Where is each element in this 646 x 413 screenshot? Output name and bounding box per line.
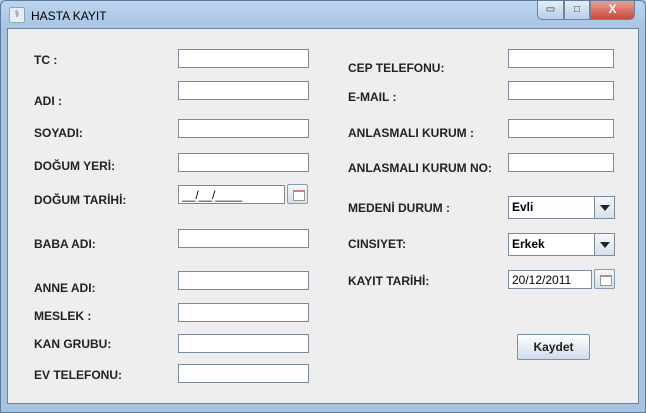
dogum-yeri-input[interactable] xyxy=(178,153,309,172)
dogum-tarihi-input[interactable] xyxy=(178,185,285,204)
anlasmali-kurum-label: ANLASMALI KURUM : xyxy=(348,126,474,140)
soyadi-input[interactable] xyxy=(178,119,309,138)
ev-telefonu-input[interactable] xyxy=(178,364,309,383)
cep-telefonu-label: CEP TELEFONU: xyxy=(348,61,445,75)
anlasmali-kurum-no-label: ANLASMALI KURUM NO: xyxy=(348,161,492,175)
cinsiyet-label: CINSIYET: xyxy=(348,237,407,251)
calendar-icon[interactable] xyxy=(287,184,308,204)
dogum-tarihi-label: DOĞUM TARİHİ: xyxy=(34,193,127,207)
dogum-yeri-label: DOĞUM YERİ: xyxy=(34,159,116,173)
medeni-durum-select[interactable]: Evli xyxy=(508,196,615,219)
anne-adi-input[interactable] xyxy=(178,271,309,290)
meslek-label: MESLEK : xyxy=(34,309,92,323)
window-title: HASTA KAYIT xyxy=(31,9,107,23)
chevron-down-icon[interactable] xyxy=(594,234,614,255)
calendar-icon[interactable] xyxy=(594,269,615,289)
anlasmali-kurum-input[interactable] xyxy=(508,119,614,138)
ev-telefonu-label: EV TELEFONU: xyxy=(34,368,123,382)
tc-label: TC : xyxy=(34,53,58,67)
tc-input[interactable] xyxy=(178,49,309,68)
maximize-icon: □ xyxy=(573,4,581,15)
minimize-button[interactable]: ▭ xyxy=(537,1,564,20)
meslek-input[interactable] xyxy=(178,303,309,322)
adi-input[interactable] xyxy=(178,81,309,100)
cinsiyet-value: Erkek xyxy=(512,237,545,251)
email-label: E-MAIL : xyxy=(348,90,397,104)
email-input[interactable] xyxy=(508,81,614,100)
medeni-durum-label: MEDENİ DURUM : xyxy=(348,201,450,215)
baba-adi-label: BABA ADI: xyxy=(34,237,96,251)
kaydet-button[interactable]: Kaydet xyxy=(517,334,590,360)
close-icon: X xyxy=(608,2,617,16)
anlasmali-kurum-no-input[interactable] xyxy=(508,153,614,172)
kayit-tarihi-input[interactable] xyxy=(508,270,592,289)
soyadi-label: SOYADI: xyxy=(34,126,83,140)
kan-grubu-input[interactable] xyxy=(178,334,309,353)
kan-grubu-label: KAN GRUBU: xyxy=(34,337,112,351)
medeni-durum-value: Evli xyxy=(512,200,534,214)
cep-telefonu-input[interactable] xyxy=(508,49,614,68)
app-icon: ⚕ xyxy=(9,7,25,23)
chevron-down-icon[interactable] xyxy=(594,197,614,218)
close-button[interactable]: X xyxy=(590,1,635,20)
anne-adi-label: ANNE ADI: xyxy=(34,281,96,295)
kayit-tarihi-label: KAYIT TARİHİ: xyxy=(348,274,430,288)
cinsiyet-select[interactable]: Erkek xyxy=(508,233,615,256)
baba-adi-input[interactable] xyxy=(178,229,309,248)
adi-label: ADI : xyxy=(34,94,62,108)
maximize-button[interactable]: □ xyxy=(564,1,590,20)
minimize-icon: ▭ xyxy=(545,4,556,15)
